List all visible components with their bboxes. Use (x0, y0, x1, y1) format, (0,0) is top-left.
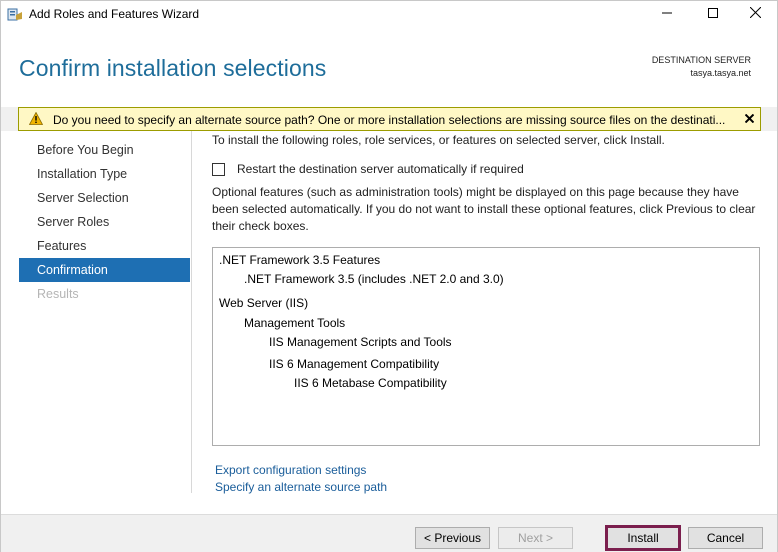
nav-item-results: Results (37, 287, 79, 301)
wizard-content: Before You Begin Installation Type Serve… (1, 131, 777, 514)
intro-text: To install the following roles, role ser… (212, 133, 665, 147)
wizard-window: Add Roles and Features Wizard Confirm in… (0, 0, 778, 552)
selection-item-net35-features: .NET Framework 3.5 Features (219, 253, 381, 267)
previous-button[interactable]: < Previous (415, 527, 490, 549)
nav-item-before-you-begin[interactable]: Before You Begin (19, 138, 190, 162)
warning-icon (28, 111, 44, 128)
close-icon (744, 112, 754, 126)
selection-item-web-server: Web Server (IIS) (219, 296, 309, 310)
dismiss-warning-button[interactable] (740, 110, 758, 128)
nav-item-confirmation[interactable]: Confirmation (19, 258, 190, 282)
selection-item-iis-scripts: IIS Management Scripts and Tools (269, 335, 452, 349)
close-window-button[interactable] (732, 1, 778, 27)
restart-label[interactable]: Restart the destination server automatic… (237, 162, 524, 176)
window-title: Add Roles and Features Wizard (29, 7, 200, 21)
installation-selections-list: .NET Framework 3.5 Features .NET Framewo… (212, 247, 760, 446)
restart-option: Restart the destination server automatic… (212, 162, 524, 176)
destination-server-name: tasya.tasya.net (690, 68, 751, 78)
selection-item-iis6-compat: IIS 6 Management Compatibility (269, 357, 440, 371)
optional-features-note: Optional features (such as administratio… (212, 185, 756, 233)
title-bar: Add Roles and Features Wizard (1, 1, 777, 27)
page-title: Confirm installation selections (19, 55, 327, 81)
maximize-icon (708, 7, 718, 21)
maximize-button[interactable] (690, 1, 736, 27)
close-icon (749, 6, 761, 21)
nav-item-features[interactable]: Features (19, 234, 190, 258)
selection-item-iis6-metabase: IIS 6 Metabase Compatibility (294, 376, 447, 390)
nav-divider (191, 131, 192, 493)
nav-item-installation-type[interactable]: Installation Type (19, 162, 190, 186)
nav-item-server-selection[interactable]: Server Selection (19, 186, 190, 210)
export-config-link[interactable]: Export configuration settings (215, 463, 366, 477)
warning-text: Do you need to specify an alternate sour… (53, 113, 726, 127)
alternate-source-link[interactable]: Specify an alternate source path (215, 480, 387, 494)
restart-checkbox[interactable] (212, 162, 225, 176)
destination-server-label: DESTINATION SERVER (651, 55, 751, 65)
wizard-steps-nav: Before You Begin Installation Type Serve… (19, 138, 190, 306)
minimize-button[interactable] (644, 1, 690, 27)
wizard-footer: < Previous Next > Install Cancel (1, 514, 777, 552)
selection-item-management-tools: Management Tools (244, 316, 346, 330)
minimize-icon (662, 7, 672, 21)
next-button: Next > (498, 527, 573, 549)
cancel-button[interactable]: Cancel (688, 527, 763, 549)
selection-item-net35: .NET Framework 3.5 (includes .NET 2.0 an… (244, 272, 504, 286)
wizard-header: Confirm installation selections DESTINAT… (1, 27, 777, 107)
install-button[interactable]: Install (605, 525, 681, 551)
server-manager-icon (7, 6, 23, 22)
warning-banner: Do you need to specify an alternate sour… (18, 107, 761, 131)
nav-item-server-roles[interactable]: Server Roles (19, 210, 190, 234)
